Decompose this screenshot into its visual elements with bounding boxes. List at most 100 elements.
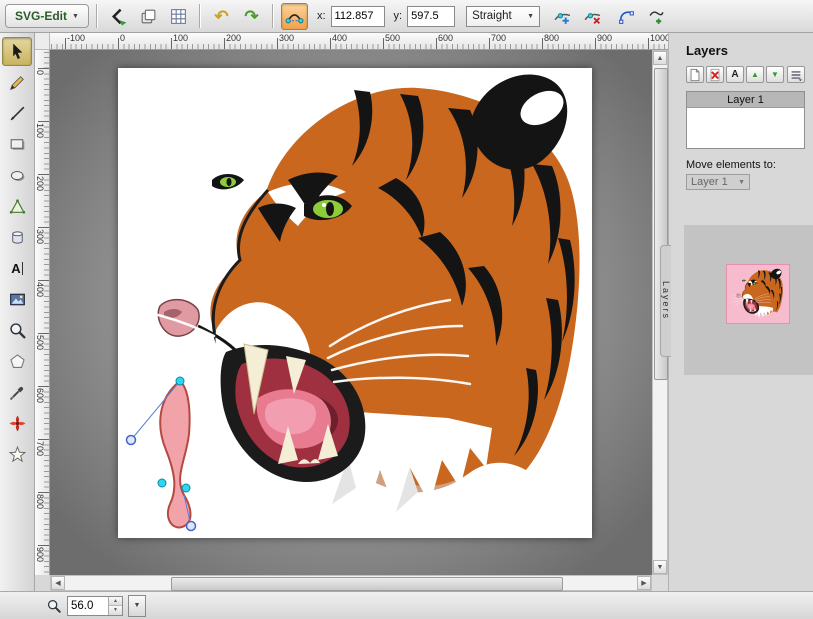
segment-type-select[interactable]: Straight ▼ xyxy=(466,6,540,27)
zoom-increase-button[interactable]: ▲ xyxy=(109,597,122,607)
artboard[interactable] xyxy=(118,68,592,538)
path-tool[interactable] xyxy=(2,192,32,221)
line-tool[interactable] xyxy=(2,99,32,128)
clone-icon xyxy=(139,7,158,26)
cylinder-icon xyxy=(8,228,27,247)
shape-library-tool[interactable] xyxy=(2,223,32,252)
separator xyxy=(199,4,201,28)
delete-layer-button[interactable] xyxy=(706,66,724,83)
scroll-up-icon: ▲ xyxy=(657,55,664,62)
add-subpath-button[interactable] xyxy=(643,3,670,30)
undo-button[interactable]: ↶ xyxy=(208,3,235,30)
scroll-up-button[interactable]: ▲ xyxy=(653,51,667,65)
tiger-drawing xyxy=(118,68,592,538)
delete-layer-icon xyxy=(708,68,722,82)
add-subpath-icon xyxy=(647,7,666,26)
ruler-label: 900 xyxy=(35,547,45,562)
y-input[interactable] xyxy=(407,6,455,27)
zoom-decrease-button[interactable]: ▼ xyxy=(109,606,122,615)
selected-image-thumbnail[interactable] xyxy=(726,264,790,324)
ruler-label: 400 xyxy=(35,282,45,297)
delete-node-icon xyxy=(583,7,602,26)
rect-tool[interactable] xyxy=(2,130,32,159)
layers-panel: Layers Layers A ▲ ▼ xyxy=(668,33,813,591)
ruler-label: 800 xyxy=(544,33,559,43)
control-handle[interactable] xyxy=(187,522,196,531)
clone-button[interactable] xyxy=(135,3,162,30)
move-layer-up-button[interactable]: ▲ xyxy=(746,66,764,83)
new-layer-button[interactable] xyxy=(686,66,704,83)
image-tool[interactable] xyxy=(2,285,32,314)
horizontal-scroll-thumb[interactable] xyxy=(171,577,563,591)
ruler-label: 300 xyxy=(35,229,45,244)
layers-panel-handle[interactable]: Layers xyxy=(660,245,671,357)
magnifier-icon xyxy=(8,321,27,340)
move-elements-label: Move elements to: xyxy=(686,159,813,171)
canvas-workarea[interactable] xyxy=(50,50,652,575)
move-to-layer-select[interactable]: Layer 1 ▼ xyxy=(686,174,750,190)
eyedropper-tool[interactable] xyxy=(2,378,32,407)
text-tool[interactable]: A xyxy=(2,254,32,283)
ellipse-icon xyxy=(8,166,27,185)
zoom-preset-dropdown[interactable]: ▼ xyxy=(128,595,146,617)
path-node[interactable] xyxy=(182,484,190,492)
control-handle[interactable] xyxy=(127,436,136,445)
caret-down-icon: ▼ xyxy=(527,13,534,20)
zoom-tool[interactable] xyxy=(2,316,32,345)
vertical-ruler: 0 100 200 300 400 500 600 700 800 900 xyxy=(35,50,50,575)
path-node[interactable] xyxy=(158,479,166,487)
layers-title: Layers xyxy=(686,43,813,58)
eyedropper-icon xyxy=(8,383,27,402)
x-input[interactable] xyxy=(331,6,385,27)
scroll-left-button[interactable]: ◀ xyxy=(51,576,65,590)
scroll-right-icon: ▶ xyxy=(641,579,646,587)
ruler-label: 800 xyxy=(35,494,45,509)
rename-layer-button[interactable]: A xyxy=(726,66,744,83)
back-chevron-button[interactable] xyxy=(105,3,132,30)
scroll-right-button[interactable]: ▶ xyxy=(637,576,651,590)
move-layer-down-button[interactable]: ▼ xyxy=(766,66,784,83)
open-path-button[interactable] xyxy=(613,3,640,30)
horizontal-scrollbar[interactable]: ◀ ▶ xyxy=(50,575,652,591)
zoom-input[interactable] xyxy=(68,597,108,615)
redo-button[interactable]: ↷ xyxy=(238,3,265,30)
pen-line-icon xyxy=(8,104,27,123)
ruler-label: 700 xyxy=(35,441,45,456)
star-tool[interactable] xyxy=(2,440,32,469)
link-control-points-toggle[interactable] xyxy=(281,3,308,30)
clone-node-button[interactable] xyxy=(549,3,576,30)
layer-row-selected[interactable]: Layer 1 xyxy=(687,92,804,108)
path-node[interactable] xyxy=(176,377,184,385)
delete-node-button[interactable] xyxy=(579,3,606,30)
select-tool[interactable] xyxy=(2,37,32,66)
separator xyxy=(272,4,274,28)
path-triangle-icon xyxy=(8,197,27,216)
ruler-label: 500 xyxy=(35,335,45,350)
star-icon xyxy=(8,445,27,464)
separator xyxy=(96,4,98,28)
clipart-library-tool[interactable] xyxy=(2,409,32,438)
grid-toggle-button[interactable] xyxy=(165,3,192,30)
ruler-corner xyxy=(35,33,50,50)
pencil-tool[interactable] xyxy=(2,68,32,97)
status-bar: ▲ ▼ ▼ xyxy=(0,591,813,619)
clone-node-icon xyxy=(553,7,572,26)
caret-down-icon: ▼ xyxy=(738,179,745,186)
ruler-label: 600 xyxy=(438,33,453,43)
spinner-up-icon: ▲ xyxy=(113,598,118,604)
scroll-down-button[interactable]: ▼ xyxy=(653,560,667,574)
main-menu-button[interactable]: SVG-Edit ▼ xyxy=(5,4,89,28)
ruler-ticks xyxy=(50,38,668,49)
image-icon xyxy=(8,290,27,309)
layer-buttons-row: A ▲ ▼ xyxy=(686,66,805,83)
ruler-label: 100 xyxy=(35,123,45,138)
polygon-tool[interactable] xyxy=(2,347,32,376)
ruler-label: 1000 xyxy=(650,33,668,43)
tiger-artwork xyxy=(118,75,580,520)
ellipse-tool[interactable] xyxy=(2,161,32,190)
red-ornament-icon xyxy=(8,414,27,433)
layer-down-icon: ▼ xyxy=(771,70,779,79)
zoom-magnifier-icon xyxy=(46,598,62,614)
spinner-down-icon: ▼ xyxy=(113,607,118,613)
layer-options-button[interactable] xyxy=(787,66,805,83)
